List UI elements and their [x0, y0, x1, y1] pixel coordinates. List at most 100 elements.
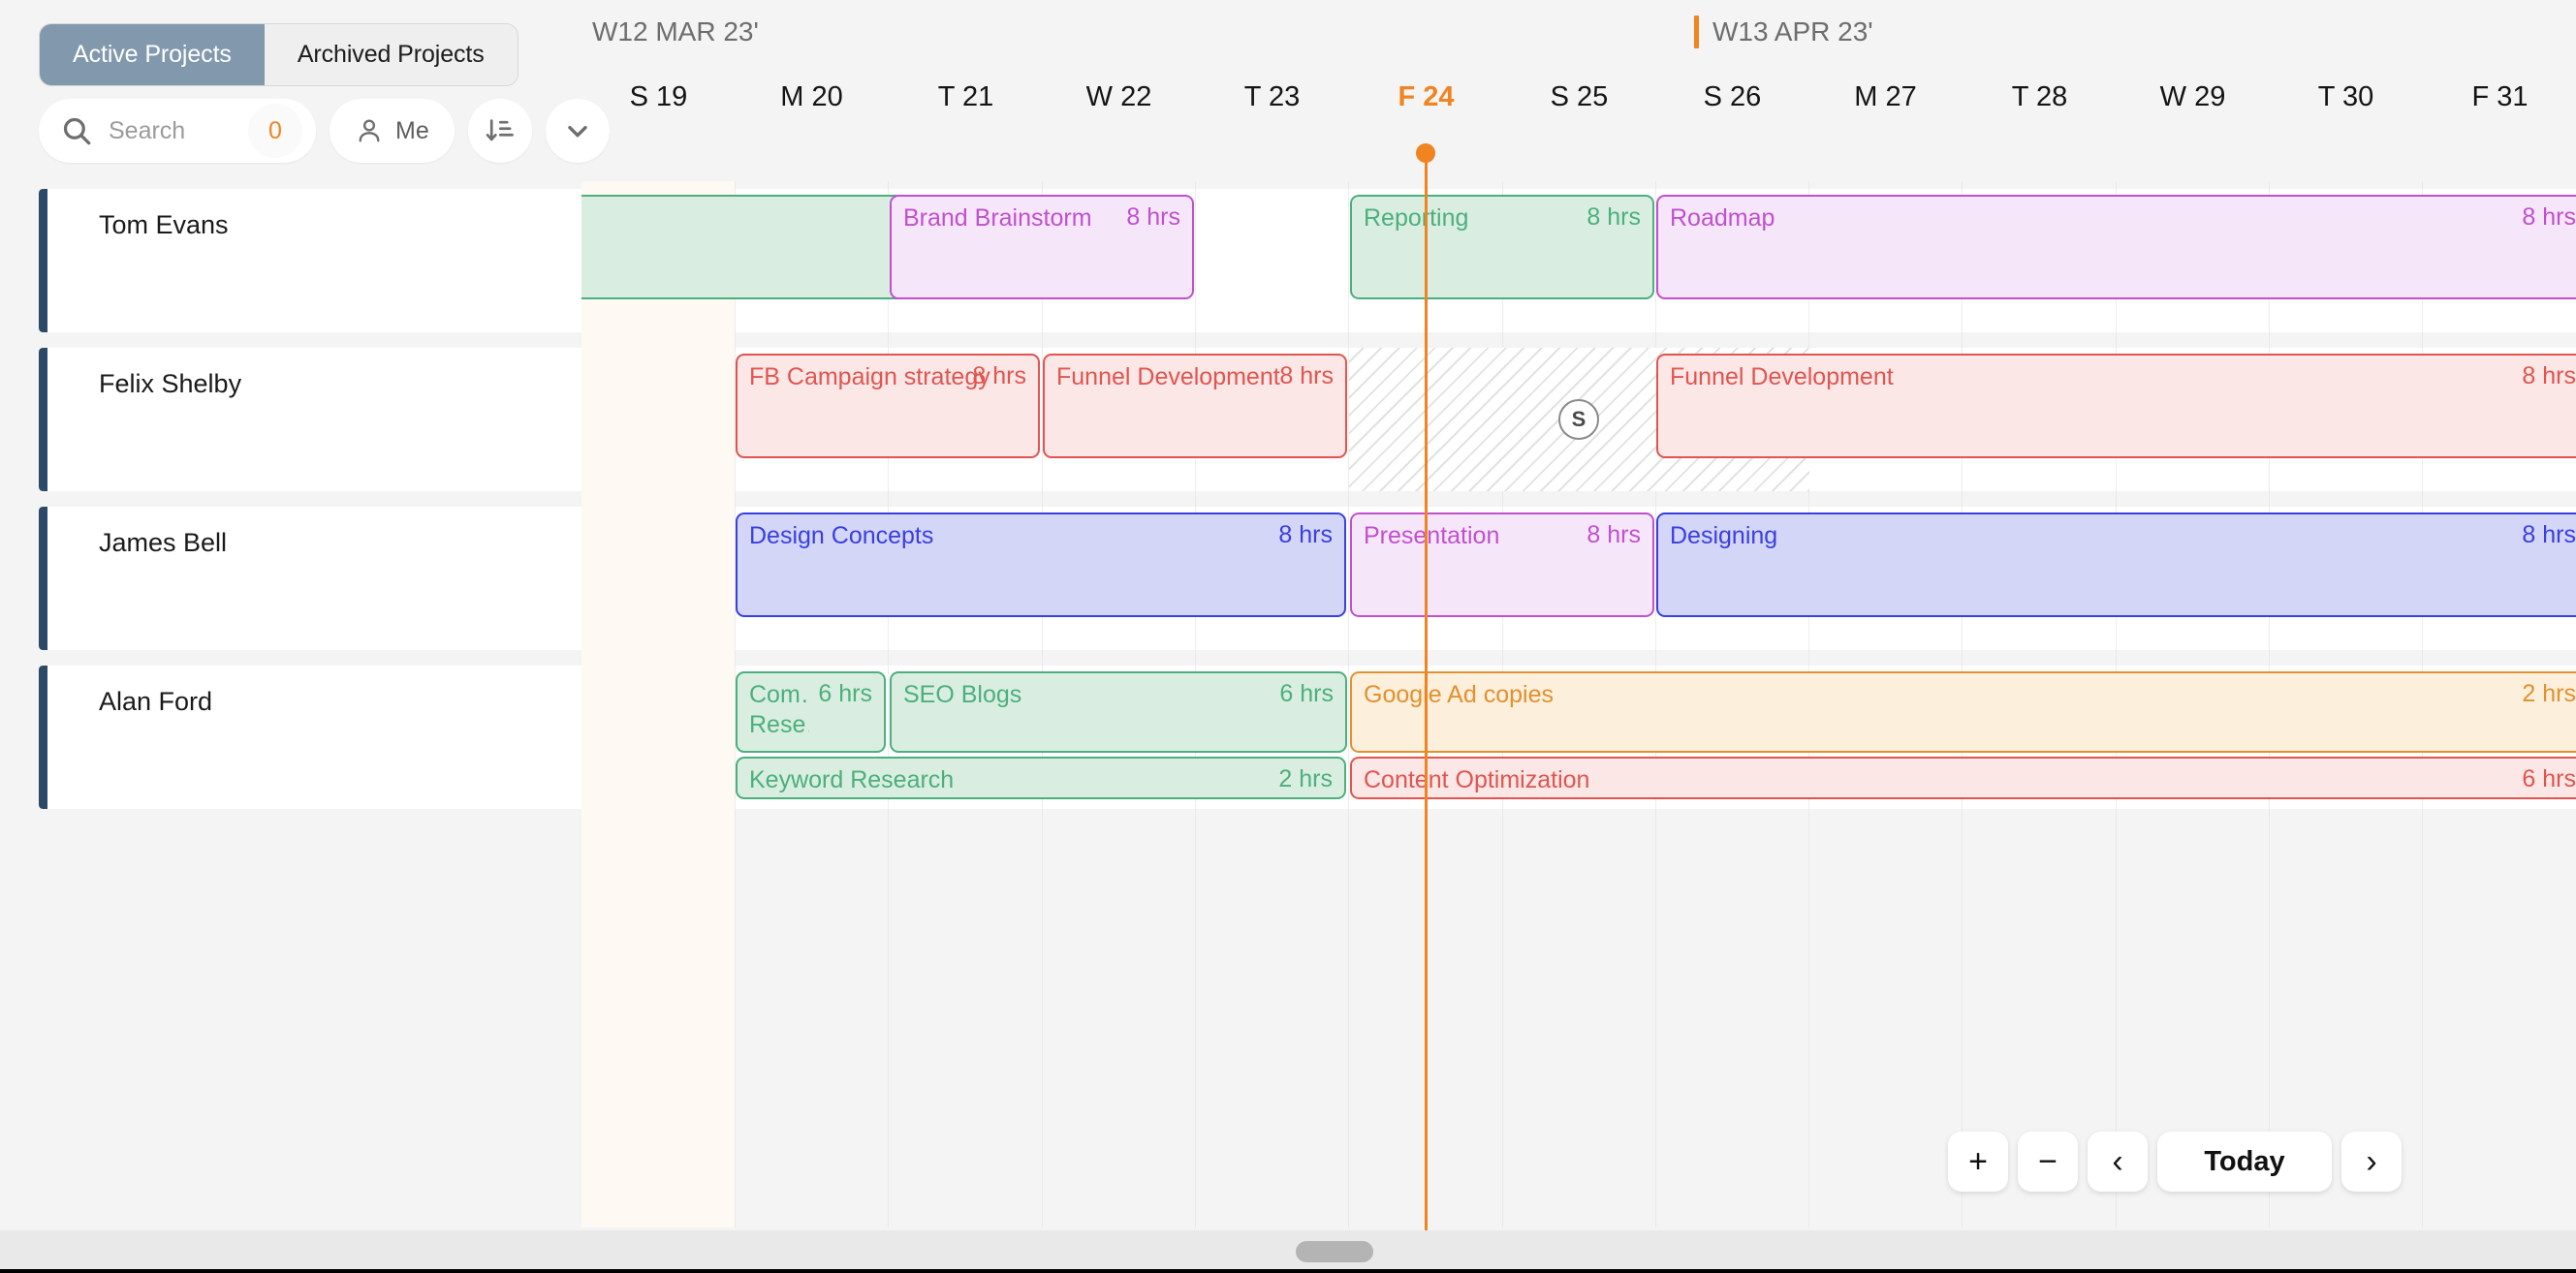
resource-row: Com… Rese… 6 hrs SEO Blogs 6 hrs Keyword Res…	[581, 666, 2576, 809]
task-bar[interactable]: Brand Brainstorm 8 hrs	[890, 195, 1194, 299]
person-icon	[355, 116, 384, 145]
day-column-header[interactable]: F 24	[1349, 81, 1503, 113]
today-button[interactable]: Today	[2157, 1132, 2332, 1192]
tab-active-projects[interactable]: Active Projects	[40, 24, 265, 85]
task-bar[interactable]: Google Ad copies 2 hrs	[1350, 671, 2576, 753]
task-title: Keyword Research	[749, 766, 955, 793]
task-hours: 6 hrs	[2522, 765, 2576, 792]
filter-toolbar: 0 Me	[39, 97, 610, 165]
zoom-in-button[interactable]: +	[1948, 1132, 2008, 1192]
day-column-header[interactable]: M 27	[1808, 81, 1963, 113]
task-hours: 8 hrs	[1279, 362, 1334, 389]
row-accent-bar	[39, 189, 47, 332]
task-title: Funnel Development	[1056, 363, 1280, 390]
row-day-cell[interactable]	[581, 348, 736, 491]
sort-descending-icon	[485, 115, 516, 146]
expand-filters-button[interactable]	[545, 99, 610, 163]
day-column-header[interactable]: T 28	[1963, 81, 2117, 113]
row-day-cell[interactable]	[1195, 189, 1349, 332]
task-bar[interactable]: Presentation 8 hrs	[1350, 512, 1654, 617]
sort-button[interactable]	[467, 99, 532, 163]
resource-name-card[interactable]: Felix Shelby	[39, 348, 581, 491]
week-label: W12 MAR 23'	[581, 16, 759, 48]
task-hours: 8 hrs	[2522, 521, 2576, 548]
resource-name-card[interactable]: Tom Evans	[39, 189, 581, 332]
day-column-header[interactable]: M 20	[735, 81, 889, 113]
task-hours: 6 hrs	[1279, 680, 1334, 707]
task-bar[interactable]: Keyword Research 2 hrs	[736, 757, 1346, 799]
left-panel: Active Projects Archived Projects 0	[0, 0, 610, 1273]
task-hours: 8 hrs	[1586, 203, 1641, 231]
next-period-button[interactable]: ›	[2341, 1132, 2402, 1192]
week-label-text: W13 APR 23'	[1712, 16, 1873, 47]
task-bar[interactable]: Funnel Development 8 hrs	[1656, 354, 2576, 458]
me-filter-button[interactable]: Me	[330, 99, 455, 163]
task-title: Roadmap	[1670, 204, 1775, 232]
left-panel-header: Active Projects Archived Projects 0	[0, 0, 610, 181]
previous-period-button[interactable]: ‹	[2088, 1132, 2148, 1192]
tab-archived-projects[interactable]: Archived Projects	[264, 24, 518, 85]
week-tick-icon	[1694, 16, 1699, 48]
search-result-count: 0	[248, 104, 302, 158]
task-title: SEO Blogs	[903, 681, 1022, 708]
me-filter-label: Me	[395, 116, 429, 144]
resource-row: 6 hrsBrand Brainstorm8 hrsReporting8 hrs…	[581, 189, 2576, 332]
row-accent-bar	[39, 348, 47, 491]
task-bar[interactable]: SEO Blogs 6 hrs	[890, 671, 1347, 753]
task-title: Funnel Development	[1670, 363, 1894, 390]
tab-active-projects-label: Active Projects	[73, 41, 232, 68]
task-hours: 6 hrs	[818, 680, 872, 707]
resource-name-card[interactable]: James Bell	[39, 507, 581, 650]
day-column-header[interactable]: T 30	[2269, 81, 2423, 113]
day-column-header[interactable]: W 22	[1042, 81, 1196, 113]
resource-name: Felix Shelby	[99, 369, 242, 398]
row-accent-bar	[39, 666, 47, 809]
timeline-header: W12 MAR 23' W13 APR 23' S 19 M 20 T 21 W 22 T…	[581, 0, 2576, 181]
task-bar[interactable]: Designing 8 hrs	[1656, 512, 2576, 617]
search-icon	[60, 114, 93, 147]
task-bar[interactable]: Content Optimization 6 hrs	[1350, 757, 2576, 799]
horizontal-scrollbar[interactable]	[0, 1230, 2576, 1273]
row-day-cell[interactable]	[581, 666, 736, 809]
chevron-down-icon	[562, 115, 593, 146]
resource-row: Design Concepts 8 hrs Presentation 8 hrs Des…	[581, 507, 2576, 650]
task-bar[interactable]: Com… Rese… 6 hrs	[736, 671, 886, 753]
day-column-header[interactable]: T 21	[889, 81, 1043, 113]
task-bar[interactable]: Reporting 8 hrs	[1350, 195, 1654, 299]
task-title: Designing	[1670, 522, 1778, 549]
row-accent-bar	[39, 507, 47, 650]
window-bottom-edge	[0, 1269, 2576, 1273]
day-column-header[interactable]: S 26	[1655, 81, 1809, 113]
task-title: Brand Brainstorm	[903, 204, 1092, 232]
day-column-header[interactable]: W 29	[2116, 81, 2270, 113]
resource-name-card[interactable]: Alan Ford	[39, 666, 581, 809]
task-bar[interactable]: Design Concepts 8 hrs	[736, 512, 1346, 617]
task-title: FB Campaign strategy	[749, 363, 990, 390]
task-bar[interactable]: FB Campaign strategy 8 hrs	[736, 354, 1040, 458]
task-title: Design Concepts	[749, 522, 934, 549]
today-dot-icon	[1416, 143, 1436, 163]
task-hours: 8 hrs	[2522, 203, 2576, 231]
task-title: Reporting	[1364, 204, 1469, 232]
week-label: W13 APR 23'	[1694, 16, 1873, 48]
resource-row: S FB Campaign strategy 8 hrs Funnel Develop…	[581, 348, 2576, 491]
unavailable-badge[interactable]: S	[1558, 399, 1599, 440]
task-hours: 8 hrs	[1586, 521, 1641, 548]
day-column-header[interactable]: S 25	[1502, 81, 1656, 113]
scheduler-app: W12 MAR 23' W13 APR 23' S 19 M 20 T 21 W 22 T…	[0, 0, 2576, 1273]
timeline-controls: + − ‹ Today ›	[1948, 1132, 2402, 1192]
task-hours: 2 hrs	[1278, 765, 1333, 792]
search-bar[interactable]: 0	[39, 99, 316, 163]
task-title: Content Optimization	[1364, 766, 1590, 793]
task-title: Presentation	[1364, 522, 1500, 549]
scrollbar-thumb[interactable]	[1296, 1241, 1373, 1262]
task-bar[interactable]: Funnel Development 8 hrs	[1043, 354, 1347, 458]
day-column-header[interactable]: T 23	[1195, 81, 1349, 113]
task-title: Com… Rese…	[749, 681, 809, 738]
task-bar[interactable]: Roadmap 8 hrs	[1656, 195, 2576, 299]
zoom-out-button[interactable]: −	[2018, 1132, 2078, 1192]
row-day-cell[interactable]	[581, 507, 736, 650]
day-column-header[interactable]: F 31	[2423, 81, 2576, 113]
search-input[interactable]	[109, 116, 233, 145]
task-hours: 8 hrs	[2522, 362, 2576, 389]
